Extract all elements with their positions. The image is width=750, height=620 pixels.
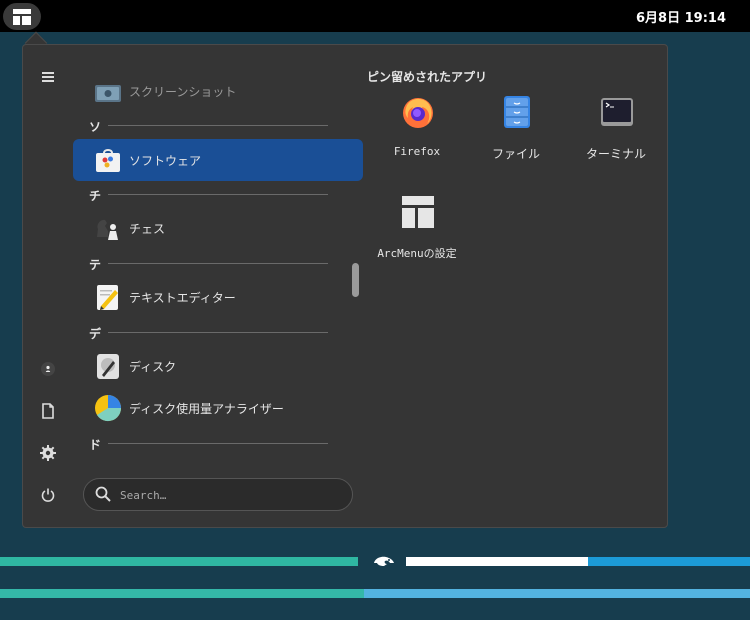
pinned-app-label: ArcMenuの設定 <box>377 247 457 260</box>
wallpaper-stripe <box>406 557 588 566</box>
section-divider <box>108 125 328 126</box>
gear-icon[interactable] <box>37 442 59 464</box>
wallpaper-stripe <box>0 557 358 566</box>
search-icon <box>95 486 111 502</box>
pinned-app-arcmenu-settings[interactable]: ArcMenuの設定 <box>372 194 462 274</box>
app-item-screenshot[interactable]: スクリーンショット <box>73 70 363 112</box>
wallpaper-stripe <box>0 589 364 598</box>
search-box[interactable] <box>83 478 353 511</box>
section-header: ド <box>89 438 102 452</box>
pinned-app-label: Firefox <box>393 145 441 158</box>
terminal-icon <box>601 98 633 126</box>
app-list-scrollbar[interactable] <box>352 263 359 297</box>
app-item-disk-usage[interactable]: ディスク使用量アナライザー <box>73 387 363 429</box>
app-label: ディスク <box>129 360 177 374</box>
pinned-app-label: ターミナル <box>585 147 646 161</box>
arcmenu-layout-icon <box>13 8 31 25</box>
pinned-app-terminal[interactable]: ターミナル <box>571 94 661 174</box>
app-item-software[interactable]: ソフトウェア <box>73 139 363 181</box>
app-label: ソフトウェア <box>129 154 202 168</box>
section-divider <box>108 332 328 333</box>
chameleon-logo-icon <box>374 556 394 566</box>
app-label: スクリーンショット <box>129 85 237 99</box>
hamburger-icon[interactable] <box>37 66 59 88</box>
pinned-apps-title: ピン留めされたアプリ <box>367 70 488 84</box>
disks-icon <box>97 354 119 379</box>
section-divider <box>108 194 328 195</box>
section-divider <box>108 443 328 444</box>
files-icon <box>504 96 530 128</box>
chess-icon <box>97 219 118 240</box>
documents-icon[interactable] <box>37 400 59 422</box>
section-header: テ <box>89 258 102 272</box>
section-divider <box>108 263 328 264</box>
screenshot-icon <box>95 85 121 102</box>
app-label: チェス <box>129 222 166 236</box>
app-item-text-editor[interactable]: テキストエディター <box>73 276 363 318</box>
software-icon <box>96 149 120 172</box>
clock[interactable]: 6月8日 19:14 <box>636 7 726 26</box>
top-bar: 6月8日 19:14 <box>0 0 750 32</box>
section-header: ソ <box>89 120 102 134</box>
wallpaper-stripe <box>364 589 750 598</box>
firefox-icon <box>403 98 433 128</box>
pinned-app-firefox[interactable]: Firefox <box>372 94 462 174</box>
app-label: ディスク使用量アナライザー <box>129 402 284 416</box>
search-input[interactable] <box>120 486 340 504</box>
text-editor-icon <box>97 285 118 310</box>
arcmenu-settings-icon <box>402 196 434 228</box>
wallpaper-stripe <box>588 557 750 566</box>
section-header: チ <box>89 189 102 203</box>
section-header: デ <box>89 327 102 341</box>
disk-usage-icon <box>95 395 122 422</box>
user-icon[interactable] <box>37 358 59 380</box>
pinned-app-files[interactable]: ファイル <box>471 94 561 174</box>
pinned-app-label: ファイル <box>491 147 540 161</box>
arcmenu-button[interactable] <box>3 3 41 30</box>
app-item-chess[interactable]: チェス <box>73 207 363 249</box>
app-item-disks[interactable]: ディスク <box>73 345 363 387</box>
power-icon[interactable] <box>37 484 59 506</box>
app-label: テキストエディター <box>129 291 236 305</box>
